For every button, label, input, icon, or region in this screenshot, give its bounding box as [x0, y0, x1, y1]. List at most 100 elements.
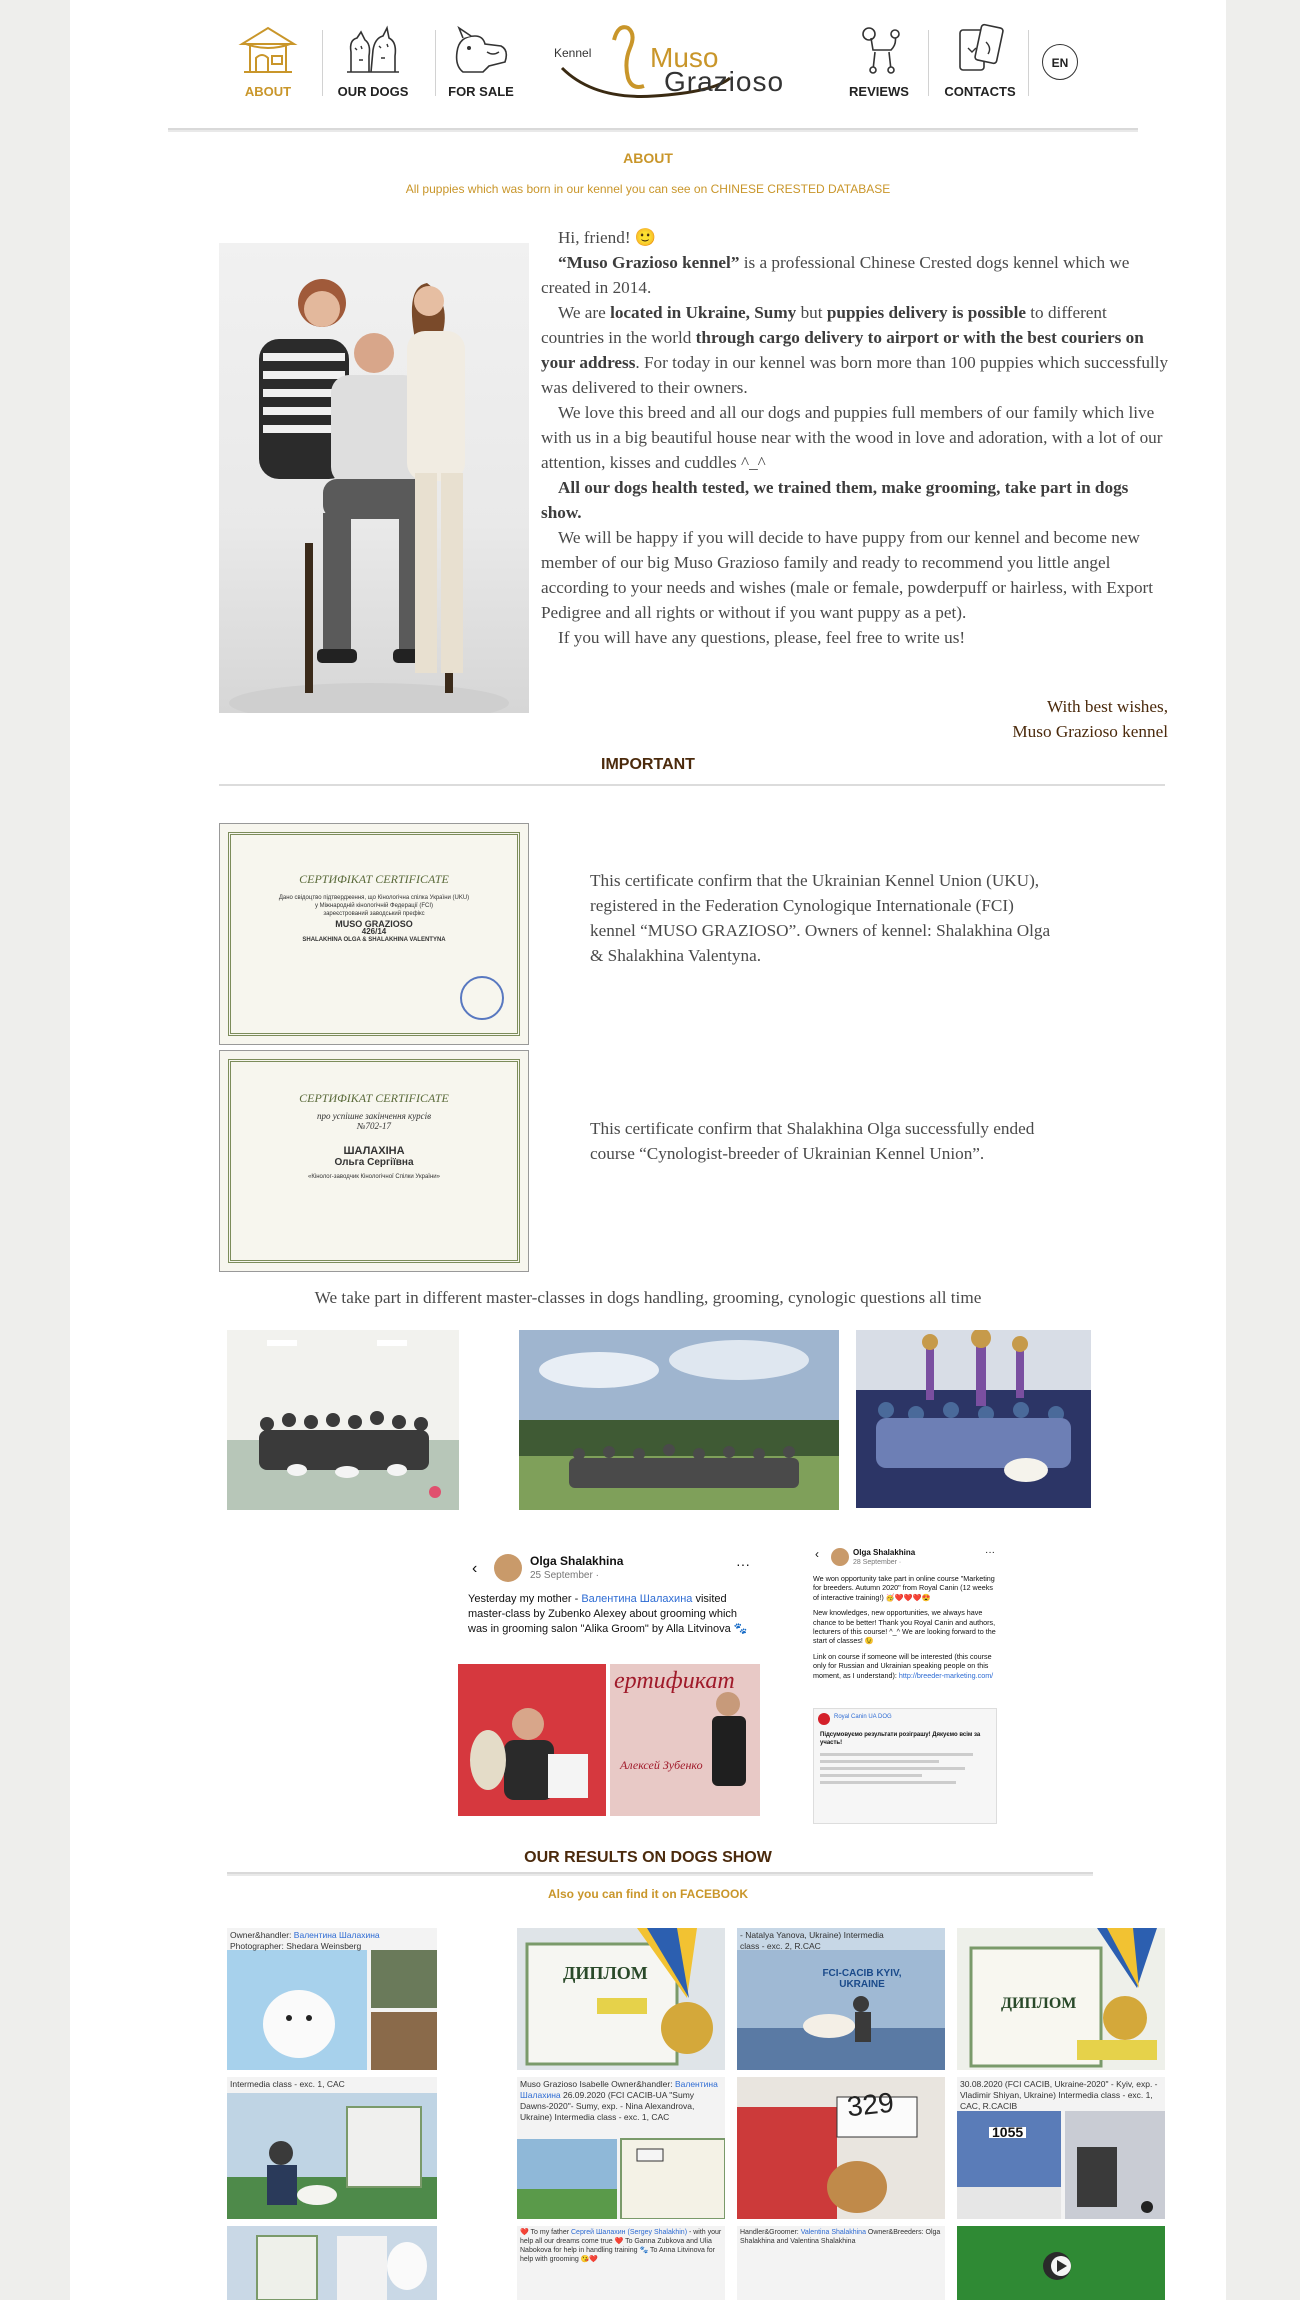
back-arrow-icon[interactable]: ‹ [815, 1548, 819, 1561]
masterclass-photo-1[interactable] [227, 1330, 459, 1510]
caption-link[interactable]: Сергей Шалахин (Sergey Shalakhin) [571, 2229, 687, 2236]
shared-post-text: Підсумовуємо результати розіграшу! Дякує… [820, 1732, 981, 1746]
header-divider [168, 128, 1138, 132]
post-author[interactable]: Olga Shalakhina [530, 1554, 623, 1568]
about-greeting: Hi, friend! 🙂 [558, 228, 657, 247]
caption-a: Muso Grazioso Isabelle Owner&handler: [520, 2079, 675, 2089]
result-tile-8[interactable]: 30.08.2020 (FCI CACIB, Ukraine-2020" - K… [957, 2077, 1165, 2219]
result-caption: - Natalya Yanova, Ukraine) Intermedia cl… [740, 1930, 884, 1951]
language-button[interactable]: EN [1042, 44, 1078, 80]
result-caption: Owner&handler: Валентина Шалахина Photog… [230, 1930, 434, 1952]
about-paragraph-5: We will be happy if you will decide to h… [541, 528, 1154, 622]
signature: With best wishes, Muso Grazioso kennel [770, 694, 1168, 744]
gazebo-icon [238, 26, 298, 73]
result-caption: Muso Grazioso Isabelle Owner&handler: Ва… [520, 2079, 722, 2123]
certificate-title: СЕРТИФІКАТ CERTIFICATE [299, 872, 449, 886]
post-date: 25 September · [530, 1570, 599, 1581]
facebook-post-2[interactable]: ‹ Olga Shalakhina 28 September · ··· We … [811, 1547, 1001, 1828]
show-banner-text: FCI-CACIB KYIV, UKRAINE [822, 1968, 902, 1990]
results-divider [227, 1872, 1093, 1876]
back-arrow-icon[interactable]: ‹ [472, 1560, 477, 1578]
caption-link[interactable]: Valentina Shalakhina [801, 2229, 866, 2236]
result-tile-4[interactable]: ДИПЛОМ [957, 1928, 1165, 2070]
caption-b: Photographer: Shedara Weinsberg [230, 1941, 362, 1951]
course-link[interactable]: http://breeder-marketing.com/ [899, 1671, 993, 1680]
caption-link[interactable]: Валентина Шалахина [294, 1930, 380, 1940]
cert2-number: №702-17 [357, 1121, 391, 1131]
post-photo-left[interactable] [458, 1664, 606, 1816]
post-text-3: Link on course if someone will be intere… [813, 1652, 997, 1680]
shared-post-author[interactable]: Royal Canin UA DOG [834, 1713, 892, 1721]
post-author[interactable]: Olga Shalakhina [853, 1548, 915, 1557]
result-tile-7[interactable]: 329 [737, 2077, 945, 2219]
ring-number: 329 [845, 2086, 896, 2123]
nav-reviews-label: REVIEWS [849, 84, 909, 99]
masterclass-caption: We take part in different master-classes… [314, 1288, 982, 1307]
result-caption: Intermedia class - exc. 1, CAC [230, 2079, 345, 2089]
post-text: Yesterday my mother - Валентина Шалахина… [468, 1592, 758, 1637]
result-tile-3[interactable]: - Natalya Yanova, Ukraine) Intermedia cl… [737, 1928, 945, 2070]
result-tile-5[interactable]: Intermedia class - exc. 1, CAC [227, 2077, 437, 2219]
result-tile-11[interactable]: Handler&Groomer: Valentina Shalakhina Ow… [737, 2226, 945, 2300]
about-paragraph-4: All our dogs health tested, we trained t… [541, 475, 1171, 525]
about-p2-d: puppies delivery is possible [826, 303, 1026, 322]
result-tile-9[interactable] [227, 2226, 437, 2300]
cert1-line1: Дано свідоцтво підтвердження, що Кінолог… [278, 895, 470, 901]
post-text-a: Yesterday my mother - [468, 1593, 582, 1605]
about-database-link[interactable]: All puppies which was born in our kennel… [70, 182, 1226, 196]
nav-for-sale-label: FOR SALE [448, 84, 514, 99]
cert2-course: «Кінолог-заводчик Кінологічної Спілки Ук… [308, 1174, 440, 1180]
logo-kennel-text: Kennel [554, 46, 592, 60]
cert1-line2: у Міжнародній кінологічній Федерації (FC… [314, 903, 434, 909]
result-tile-2[interactable]: ДИПЛОМ [517, 1928, 725, 2070]
dogs-group-icon [347, 25, 399, 73]
nav-for-sale[interactable]: FOR SALE [426, 22, 536, 106]
royal-canin-logo-icon [818, 1713, 830, 1725]
shared-post-placeholder-lines [820, 1749, 990, 1805]
avatar [494, 1554, 522, 1582]
cert1-number: 426/14 [361, 927, 387, 936]
nav-our-dogs[interactable]: OUR DOGS [318, 22, 428, 106]
masterclass-photo-3[interactable] [856, 1330, 1091, 1508]
site-logo[interactable]: Kennel Muso Grazioso [554, 18, 794, 104]
result-tile-12[interactable] [957, 2226, 1165, 2300]
post-text-2: New knowledges, new opportunities, we al… [813, 1608, 996, 1646]
nav-contacts[interactable]: CONTACTS [925, 22, 1035, 106]
kennel-certificate-image[interactable]: СЕРТИФІКАТ CERTIFICATE Дано свідоцтво пі… [219, 823, 529, 1045]
more-options-icon[interactable]: ··· [736, 1556, 750, 1572]
caption-a: Owner&handler: [230, 1930, 294, 1940]
nav-about[interactable]: ABOUT [213, 22, 323, 106]
result-caption: ❤️ To my father Сергей Шалахин (Sergey S… [520, 2228, 722, 2264]
about-p2-a: We are [558, 303, 611, 322]
nav-divider [1028, 30, 1029, 96]
phone-icon [959, 23, 1004, 71]
cert2-surname: ШАЛАХІНА [343, 1145, 405, 1157]
more-options-icon[interactable]: ··· [985, 1547, 995, 1557]
results-facebook-link[interactable]: Also you can find it on FACEBOOK [70, 1887, 1226, 1901]
post-mention-link[interactable]: Валентина Шалахина [581, 1593, 692, 1605]
puppy-icon [455, 25, 508, 73]
facebook-post-1[interactable]: ‹ Olga Shalakhina 25 September · ··· Yes… [458, 1550, 764, 1820]
result-tile-1[interactable]: Owner&handler: Валентина Шалахина Photog… [227, 1928, 437, 2070]
signature-line-1: With best wishes, [1046, 697, 1168, 716]
masterclass-photo-2[interactable] [519, 1330, 839, 1510]
shared-post-preview[interactable]: Royal Canin UA DOG Підсумовуємо результа… [813, 1708, 997, 1824]
about-paragraph-6: If you will have any questions, please, … [558, 628, 966, 647]
important-title: IMPORTANT [601, 756, 695, 773]
about-paragraph-2: We are located in Ukraine, Sumy but pupp… [541, 300, 1171, 400]
certificate-body: про успішне закінчення курсів №702-17 ША… [240, 1111, 508, 1180]
nav-contacts-label: CONTACTS [944, 84, 1016, 99]
results-title: OUR RESULTS ON DOGS SHOW [524, 1849, 772, 1866]
about-paragraph-1: “Muso Grazioso kennel” is a professional… [541, 250, 1171, 300]
result-caption: 30.08.2020 (FCI CACIB, Ukraine-2020" - K… [960, 2079, 1158, 2111]
course-certificate-image[interactable]: СЕРТИФІКАТ CERTIFICATE про успішне закін… [219, 1050, 529, 1272]
certificate-body: Дано свідоцтво підтвердження, що Кінолог… [240, 894, 508, 944]
post-photo-right[interactable]: ертификат Алексей Зубенко [610, 1664, 760, 1816]
about-title: ABOUT [623, 150, 673, 166]
nav-reviews[interactable]: REVIEWS [824, 22, 934, 106]
caption-a: ❤️ To my father [520, 2229, 571, 2236]
result-tile-6[interactable]: Muso Grazioso Isabelle Owner&handler: Ва… [517, 2077, 725, 2219]
important-divider [219, 784, 1165, 786]
site-header: ABOUT OUR DOGS FOR SALE Kennel Muso Graz… [70, 0, 1226, 128]
result-tile-10[interactable]: ❤️ To my father Сергей Шалахин (Sergey S… [517, 2226, 725, 2300]
